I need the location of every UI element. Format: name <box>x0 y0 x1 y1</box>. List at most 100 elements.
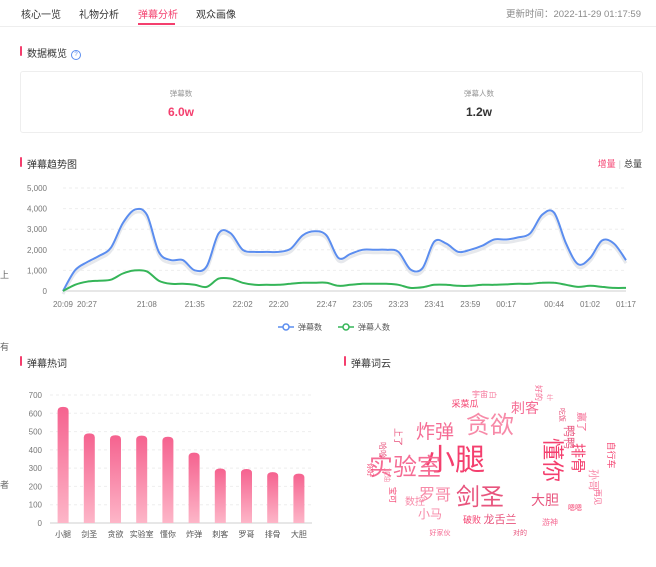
x-tick-label: 23:05 <box>352 300 373 309</box>
metric-value: 1.2w <box>465 105 492 119</box>
word-cloud: 小腿实验室贪欲剑圣懂你炸弹罗哥 大胆排骨刺客小马 龙舌兰破败赢了孙哥鸭鸭自行车游神数… <box>366 385 617 537</box>
tab-core-overview[interactable]: 核心一览 <box>21 6 61 21</box>
word-cloud-word[interactable]: 好家伙 <box>430 528 451 537</box>
word-cloud-word[interactable]: 对的 <box>513 528 527 537</box>
y-tick-label: 400 <box>29 446 43 455</box>
metric-danmaku-users: 弹幕人数 1.2w <box>419 72 539 119</box>
metric-value: 6.0w <box>167 105 194 119</box>
tab-audience-profile[interactable]: 观众画像 <box>196 6 236 21</box>
word-cloud-word[interactable]: 贪欲 <box>466 412 514 439</box>
series-line <box>62 269 627 292</box>
series-line-shadow <box>61 210 628 295</box>
legend-item[interactable]: 弹幕人数 <box>338 322 390 332</box>
question-circle-icon[interactable]: ? <box>71 50 81 60</box>
word-cloud-word[interactable]: 宝可 <box>388 487 398 503</box>
word-cloud-word[interactable]: 上了 <box>393 428 403 446</box>
x-tick-label: 01:02 <box>580 300 601 309</box>
bar-小腿[interactable] <box>57 406 69 523</box>
x-tick-label: 22:02 <box>233 300 254 309</box>
tab-bar: 核心一览 礼物分析 弹幕分析 观众画像 更新时间：2022-11-29 01:1… <box>0 0 656 26</box>
toggle-total[interactable]: 总量 <box>624 159 642 169</box>
x-tick-label: 大胆 <box>291 529 307 539</box>
x-tick-label: 23:41 <box>424 300 445 309</box>
word-cloud-word[interactable]: 小马 <box>418 507 442 521</box>
y-tick-label: 700 <box>29 391 43 400</box>
word-cloud-word[interactable]: 鸭鸭 <box>562 425 576 449</box>
bar-排骨[interactable] <box>267 472 279 523</box>
word-cloud-word[interactable]: 懂你 <box>540 438 565 482</box>
legend-marker <box>282 323 290 331</box>
bar-刺客[interactable] <box>214 468 226 523</box>
word-cloud-word[interactable]: 实验室 <box>369 454 441 481</box>
series-danmaku-count <box>61 207 628 295</box>
series-danmaku-users <box>62 269 627 292</box>
x-tick-label: 剑圣 <box>81 529 97 539</box>
edge-glyph: 上 <box>0 270 10 280</box>
word-cloud-word[interactable]: 哈哈 <box>378 442 388 458</box>
word-cloud-word[interactable]: 炸弹 <box>416 421 454 443</box>
bar-大胆[interactable] <box>293 473 305 523</box>
trend-mode-toggle: 增量 | 总量 <box>598 157 642 170</box>
word-cloud-word[interactable]: 龙舌兰 <box>484 513 517 526</box>
overview-section-title: 数据概览? <box>20 45 81 60</box>
edge-glyph: 者 <box>0 480 10 490</box>
hot-words-section-title: 弹幕热词 <box>20 355 67 370</box>
legend-marker <box>342 323 350 331</box>
legend: 弹幕数 弹幕人数 <box>278 322 390 332</box>
word-cloud-word[interactable]: 剑圣 <box>456 484 504 511</box>
metric-danmaku-count: 弹幕数 6.0w <box>121 72 241 119</box>
word-cloud-word[interactable]: 你好 <box>366 463 375 477</box>
y-tick-label: 1,000 <box>27 266 48 275</box>
legend-label: 弹幕人数 <box>358 322 390 332</box>
word-cloud-word[interactable]: 嗯嗯 <box>568 504 582 512</box>
word-cloud-word[interactable]: 再见 <box>593 489 602 505</box>
x-tick-label: 22:47 <box>317 300 338 309</box>
y-tick-label: 3,000 <box>27 225 48 234</box>
trend-chart: 0 1,000 2,000 3,000 4,000 5,000 20:09 20:27 21:0… <box>27 184 637 332</box>
x-tick-label: 刺客 <box>212 529 228 539</box>
word-cloud-word[interactable]: 好的 <box>534 385 544 401</box>
bar-贪欲[interactable] <box>110 435 121 523</box>
x-tick-label: 罗哥 <box>239 530 255 539</box>
x-tick-label: 21:35 <box>185 300 206 309</box>
y-tick-label: 200 <box>29 482 43 491</box>
word-cloud-word[interactable]: 吃饭 <box>558 408 567 422</box>
bar-炸弹[interactable] <box>188 452 200 523</box>
word-cloud-word[interactable]: 孙哥 <box>587 469 600 491</box>
hot-words-chart: 0 100 200 300 400 500 600 700 小腿 剑圣 贪欲 实验室 懂你 炸弹 刺客 罗哥 排… <box>29 391 312 539</box>
edge-glyph: 有 <box>0 342 10 352</box>
y-tick-label: 0 <box>43 287 48 296</box>
metric-label: 弹幕人数 <box>464 89 494 98</box>
x-tick-label: 懂你 <box>160 529 176 539</box>
x-tick-label: 23:59 <box>460 300 481 309</box>
tab-gift-analysis[interactable]: 礼物分析 <box>79 6 119 21</box>
bar-剑圣[interactable] <box>83 433 95 523</box>
word-cloud-word[interactable]: 数控 <box>405 495 425 508</box>
x-tick-label: 炸弹 <box>186 529 202 539</box>
y-tick-label: 300 <box>29 464 43 473</box>
x-tick-label: 00:44 <box>544 300 565 309</box>
y-tick-label: 5,000 <box>27 184 48 193</box>
y-tick-label: 2,000 <box>27 246 48 255</box>
word-cloud-word[interactable]: 加油 <box>383 468 392 482</box>
toggle-increment[interactable]: 增量 <box>598 159 616 169</box>
x-tick-label: 20:27 <box>77 300 98 309</box>
word-cloud-section-title: 弹幕词云 <box>344 355 391 370</box>
bar-懂你[interactable] <box>162 436 174 523</box>
word-cloud-word[interactable]: 游神 <box>542 517 558 527</box>
word-cloud-word[interactable]: 牛 <box>547 393 554 402</box>
overview-title: 数据概览 <box>27 49 67 60</box>
active-tab-indicator <box>138 23 175 25</box>
word-cloud-word[interactable]: 宇宙 <box>472 389 488 399</box>
legend-item[interactable]: 弹幕数 <box>278 322 322 332</box>
tab-danmaku-analysis[interactable]: 弹幕分析 <box>138 6 178 21</box>
word-cloud-word[interactable]: 白 <box>488 391 498 399</box>
word-cloud-word[interactable]: 破败 <box>463 514 481 525</box>
word-cloud-word[interactable]: 大胆 <box>531 492 559 508</box>
bar-实验室[interactable] <box>136 435 148 523</box>
bar-罗哥[interactable] <box>241 469 252 523</box>
word-cloud-word[interactable]: 自行车 <box>606 441 617 468</box>
word-cloud-word[interactable]: 采菜瓜 <box>451 398 478 409</box>
legend-label: 弹幕数 <box>298 322 322 332</box>
word-cloud-word[interactable]: 刺客 <box>511 400 539 416</box>
